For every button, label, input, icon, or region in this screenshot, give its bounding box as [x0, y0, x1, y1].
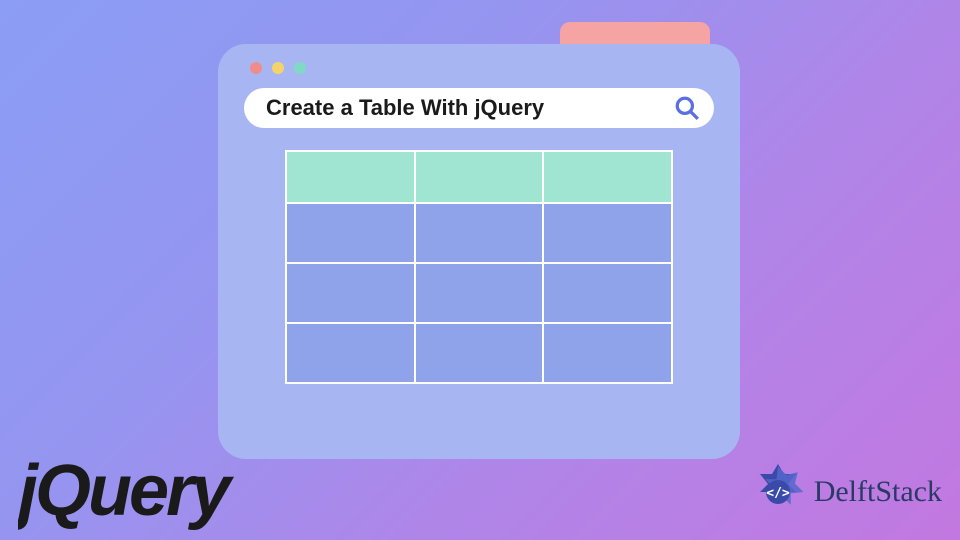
minimize-dot[interactable]	[272, 62, 284, 74]
svg-text:</>: </>	[766, 486, 790, 501]
table-cell	[286, 323, 415, 383]
table-row	[286, 263, 672, 323]
table-header-cell	[415, 151, 544, 203]
delftstack-icon: </>	[746, 460, 810, 524]
search-bar[interactable]: Create a Table With jQuery	[244, 88, 714, 128]
table-row	[286, 203, 672, 263]
table-cell	[415, 323, 544, 383]
table-cell	[543, 263, 672, 323]
delftstack-logo: </> DelftStack	[746, 460, 942, 524]
maximize-dot[interactable]	[294, 62, 306, 74]
close-dot[interactable]	[250, 62, 262, 74]
svg-text:jQuery: jQuery	[18, 451, 235, 531]
table-cell	[543, 323, 672, 383]
search-text: Create a Table With jQuery	[266, 95, 674, 121]
table-header-cell	[286, 151, 415, 203]
table-cell	[543, 203, 672, 263]
table-header-row	[286, 151, 672, 203]
table-header-cell	[543, 151, 672, 203]
search-icon[interactable]	[674, 95, 700, 121]
table-cell	[286, 203, 415, 263]
table-row	[286, 323, 672, 383]
table-cell	[415, 203, 544, 263]
delftstack-text: DelftStack	[814, 475, 942, 509]
window-controls	[250, 62, 714, 74]
jquery-logo: jQuery	[18, 443, 338, 538]
table-cell	[415, 263, 544, 323]
browser-window: Create a Table With jQuery	[218, 44, 740, 459]
demo-table	[285, 150, 673, 384]
table-cell	[286, 263, 415, 323]
